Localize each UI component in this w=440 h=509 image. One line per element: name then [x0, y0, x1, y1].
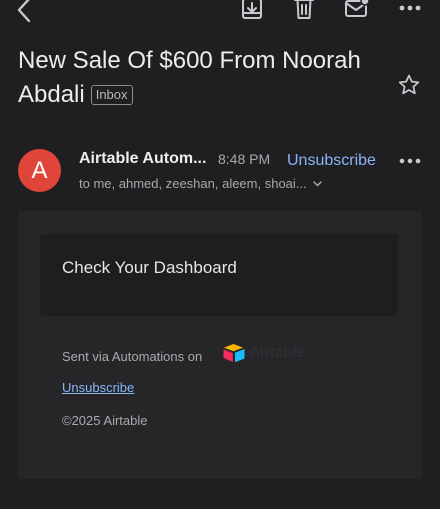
copyright-text: ©2025 Airtable: [62, 413, 148, 428]
more-options-icon[interactable]: [398, 154, 422, 168]
avatar[interactable]: A: [18, 149, 61, 192]
email-subject: New Sale Of $600 From Noorah Abdali Inbox: [18, 44, 388, 112]
recipients-toggle[interactable]: to me, ahmed, zeeshan, aleem, shoai...: [79, 176, 322, 191]
trash-icon[interactable]: [292, 0, 316, 22]
subject-text: New Sale Of $600 From Noorah Abdali: [18, 47, 361, 108]
archive-icon[interactable]: [240, 0, 264, 22]
inbox-label-badge[interactable]: Inbox: [90, 85, 133, 105]
airtable-logo-icon: [223, 344, 245, 363]
star-icon[interactable]: [397, 73, 421, 97]
unsubscribe-button[interactable]: Unsubscribe: [287, 152, 376, 170]
email-time: 8:48 PM: [218, 151, 271, 167]
mail-icon[interactable]: [344, 0, 370, 22]
dashboard-text: Check Your Dashboard: [62, 258, 237, 277]
airtable-wordmark: Airtable: [249, 344, 305, 361]
recipients-text: to me, ahmed, zeeshan, aleem, shoai...: [79, 176, 307, 191]
chevron-down-icon: [312, 181, 322, 187]
back-arrow-icon[interactable]: [12, 0, 38, 24]
more-horizontal-icon[interactable]: [397, 0, 423, 18]
unsubscribe-link[interactable]: Unsubscribe: [62, 380, 134, 395]
sent-via-text: Sent via Automations on: [62, 349, 203, 364]
sender-name[interactable]: Airtable Autom...: [79, 150, 206, 168]
